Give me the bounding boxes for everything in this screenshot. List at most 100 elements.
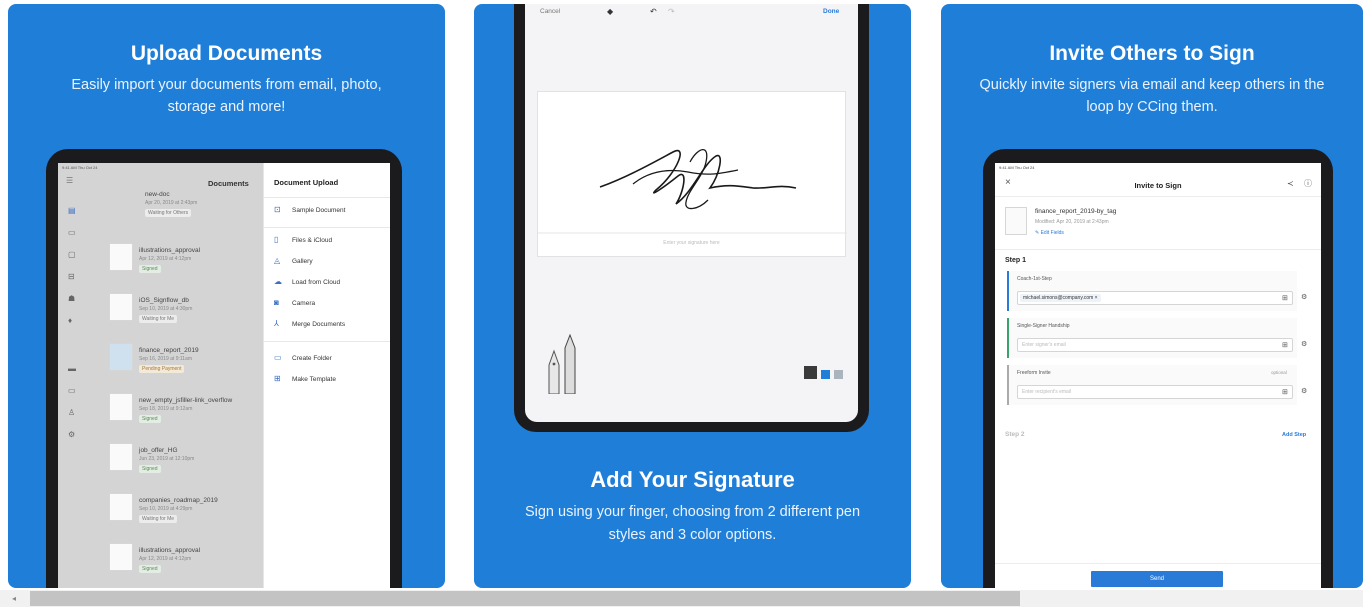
templates-nav-icon[interactable]: ▬: [68, 365, 76, 373]
status-badge: Waiting for Me: [139, 315, 178, 323]
documents-title: Documents: [208, 179, 249, 188]
panel-subtitle-line: storage and more!: [167, 99, 286, 115]
signature-placeholder: Enter your signature here: [663, 240, 720, 246]
black-color-swatch[interactable]: [804, 366, 817, 379]
fountain-pen-tool[interactable]: [547, 349, 561, 395]
contacts-icon[interactable]: ⊞: [1282, 342, 1288, 350]
document-thumbnail: [109, 343, 133, 371]
recipient-card-freeform: Freeform Invite optional Enter recipient…: [1007, 365, 1307, 405]
inbox-nav-icon[interactable]: ▭: [68, 229, 76, 237]
horizontal-scrollbar[interactable]: ◂: [0, 590, 1363, 607]
add-signature-panel: Cancel ◆ ↶ ↷ Done Enter your signature h…: [474, 4, 911, 588]
send-button[interactable]: Send: [1091, 571, 1223, 587]
status-badge: Pending Payment: [139, 365, 185, 373]
scrollbar-thumb[interactable]: [30, 591, 1020, 606]
eraser-icon[interactable]: ◆: [607, 8, 613, 16]
document-thumbnail: [109, 393, 133, 421]
ipad-frame: 9:41 AM Thu Oct 24 ☰ Documents ▤ ▭ ▢ ⊟ ☗…: [46, 149, 402, 588]
document-thumbnail: [109, 493, 133, 521]
recipient-card-coach: Coach-1st-Step michael.simons@company.co…: [1007, 271, 1307, 311]
folder-nav-icon[interactable]: ▢: [68, 251, 76, 259]
ipad-screen: 9:41 AM Thu Oct 24 × Invite to Sign ≺ ⓘ …: [995, 163, 1321, 588]
marker-pen-tool[interactable]: [563, 333, 577, 395]
info-icon[interactable]: ⓘ: [1304, 180, 1312, 188]
panel-subtitle-line: Easily import your documents from email,…: [71, 77, 382, 93]
status-badge: Signed: [139, 465, 161, 473]
panel-subtitle-line: Quickly invite signers via email and kee…: [979, 77, 1325, 93]
document-icon: ⊡: [274, 205, 281, 214]
gallery-icon: ◬: [274, 256, 281, 265]
ipad-frame: Cancel ◆ ↶ ↷ Done Enter your signature h…: [514, 4, 869, 432]
document-modified: Modified: Apr 20, 2019 at 2:43pm: [1035, 219, 1109, 225]
edit-fields-link[interactable]: ✎ Edit Fields: [1035, 230, 1064, 236]
contacts-icon[interactable]: ⊞: [1282, 295, 1288, 303]
team-nav-icon[interactable]: ☗: [68, 295, 75, 303]
account-nav-icon[interactable]: ♙: [68, 409, 75, 417]
panel-title: Invite Others to Sign: [1049, 42, 1255, 65]
status-bar: 9:41 AM Thu Oct 24: [999, 165, 1035, 170]
coach-email-field[interactable]: michael.simons@company.com × ⊞: [1017, 291, 1293, 305]
camera-icon: ◙: [274, 298, 279, 307]
cancel-button[interactable]: Cancel: [540, 8, 560, 15]
document-list: new-doc Apr 20, 2019 at 2:43pm Waiting f…: [109, 191, 263, 588]
invite-others-panel: Invite Others to Sign Quickly invite sig…: [941, 4, 1363, 588]
gray-color-swatch[interactable]: [834, 370, 843, 379]
settings-icon[interactable]: ⚙: [1301, 294, 1307, 302]
archive-nav-icon[interactable]: ⊟: [68, 273, 75, 281]
upload-documents-panel: Upload Documents Easily import your docu…: [8, 4, 445, 588]
cloud-icon: ☁: [274, 277, 282, 286]
ipad-frame: 9:41 AM Thu Oct 24 × Invite to Sign ≺ ⓘ …: [983, 149, 1333, 588]
blue-color-swatch[interactable]: [821, 370, 830, 379]
settings-nav-icon[interactable]: ⚙: [68, 431, 75, 439]
document-thumbnail: [109, 293, 133, 321]
status-badge: Signed: [139, 415, 161, 423]
panel-title: Add Your Signature: [590, 467, 795, 492]
document-thumbnail: [109, 443, 133, 471]
scroll-left-arrow-icon[interactable]: ◂: [12, 594, 16, 603]
ipad-screen: 9:41 AM Thu Oct 24 ☰ Documents ▤ ▭ ▢ ⊟ ☗…: [58, 163, 390, 588]
email-chip[interactable]: michael.simons@company.com ×: [1020, 294, 1101, 302]
contacts-icon[interactable]: ⊞: [1282, 389, 1288, 397]
invite-title: Invite to Sign: [1134, 181, 1182, 190]
document-name: finance_report_2019-by_tag: [1035, 208, 1117, 215]
status-badge: Signed: [139, 265, 161, 273]
step-2-label: Step 2: [1005, 431, 1025, 438]
add-step-button[interactable]: Add Step: [1282, 432, 1306, 438]
undo-icon[interactable]: ↶: [650, 8, 657, 16]
status-bar: 9:41 AM Thu Oct 24: [62, 165, 98, 170]
status-badge: Waiting for Others: [145, 209, 192, 217]
file-icon: ▯: [274, 235, 279, 244]
template-icon: ⊞: [274, 374, 281, 383]
panel-subtitle-line: styles and 3 color options.: [608, 527, 777, 543]
folder-icon: ▭: [274, 353, 282, 362]
sidebar: ▤ ▭ ▢ ⊟ ☗ ♦ ▬ ▭ ♙ ⚙: [58, 193, 88, 588]
documents-nav-icon[interactable]: ▤: [68, 207, 76, 215]
share-icon[interactable]: ≺: [1287, 180, 1294, 188]
settings-icon[interactable]: ⚙: [1301, 341, 1307, 349]
status-badge: Signed: [139, 565, 161, 573]
document-upload-menu: Document Upload ⊡ Sample Document ▯ File…: [263, 163, 390, 588]
card-nav-icon[interactable]: ▭: [68, 387, 76, 395]
document-thumbnail: [109, 243, 133, 271]
ipad-screen: Cancel ◆ ↶ ↷ Done Enter your signature h…: [525, 4, 858, 422]
trash-nav-icon[interactable]: ♦: [68, 317, 72, 325]
panel-title: Upload Documents: [130, 42, 323, 65]
single-signer-email-field[interactable]: Enter signer's email ⊞: [1017, 338, 1293, 352]
document-thumbnail: [109, 543, 133, 571]
status-badge: Waiting for Me: [139, 515, 178, 523]
document-list-overlay: 9:41 AM Thu Oct 24 ☰ Documents ▤ ▭ ▢ ⊟ ☗…: [58, 163, 263, 588]
panel-subtitle-line: Sign using your finger, choosing from 2 …: [524, 504, 861, 520]
done-button[interactable]: Done: [823, 8, 839, 15]
hamburger-icon[interactable]: ☰: [66, 177, 73, 185]
merge-icon: ⅄: [274, 319, 279, 328]
menu-title: Document Upload: [274, 178, 339, 187]
signature-pad[interactable]: Enter your signature here: [537, 91, 847, 257]
document-thumbnail: [1005, 207, 1027, 235]
recipient-card-single: Single-Signer Handship Enter signer's em…: [1007, 318, 1307, 358]
step-1-label: Step 1: [1005, 257, 1027, 264]
freeform-email-field[interactable]: Enter recipient's email ⊞: [1017, 385, 1293, 399]
signature-stroke: [538, 148, 847, 234]
panel-subtitle-line: loop by CCing them.: [1086, 99, 1218, 115]
settings-icon[interactable]: ⚙: [1301, 388, 1307, 396]
redo-icon[interactable]: ↷: [668, 8, 675, 16]
